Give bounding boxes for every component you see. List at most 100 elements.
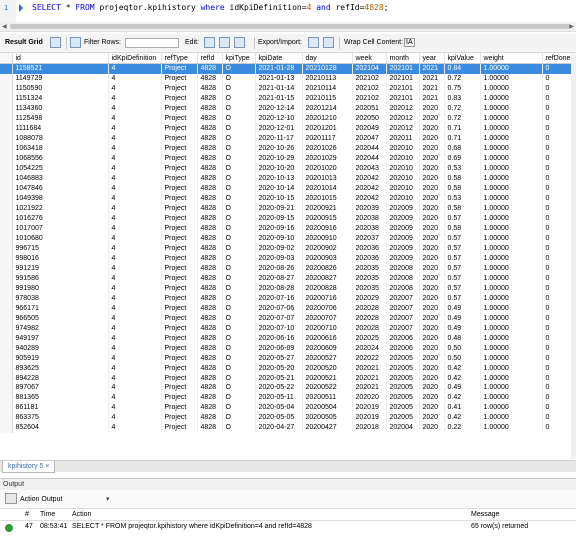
- table-cell[interactable]: O: [222, 243, 256, 254]
- table-cell[interactable]: 2020: [419, 373, 445, 383]
- table-cell[interactable]: 202037: [352, 233, 387, 244]
- table-cell[interactable]: 4828: [197, 213, 223, 224]
- table-cell[interactable]: 20210128: [302, 63, 353, 74]
- table-row[interactable]: 894228 4 Project 4828 O 2020-05-21 20200521 202…: [0, 373, 576, 383]
- output-row[interactable]: 47 08:53:41 SELECT * FROM projeqtor.kpih…: [0, 521, 576, 533]
- table-cell[interactable]: 1063418: [12, 143, 109, 154]
- table-cell[interactable]: 202019: [352, 402, 387, 413]
- table-cell[interactable]: 4: [108, 83, 162, 94]
- table-row[interactable]: 1158521 4 Project 4828 O 2021-01-28 20210128 20…: [0, 63, 576, 74]
- table-cell[interactable]: 4: [108, 73, 162, 84]
- table-cell[interactable]: 4828: [197, 383, 223, 393]
- table-cell[interactable]: 20200826: [302, 263, 353, 274]
- table-cell[interactable]: 4828: [197, 273, 223, 284]
- row-selector[interactable]: [0, 93, 13, 104]
- table-row[interactable]: 991586 4 Project 4828 O 2020-08-27 20200827 202…: [0, 273, 576, 284]
- table-cell[interactable]: Project: [161, 333, 198, 344]
- table-cell[interactable]: 4828: [197, 63, 223, 74]
- table-cell[interactable]: 4828: [197, 353, 223, 364]
- table-cell[interactable]: 861181: [12, 402, 109, 413]
- table-cell[interactable]: 0.72: [444, 103, 481, 114]
- table-cell[interactable]: 1.00000: [480, 113, 543, 124]
- table-cell[interactable]: 2020-09-15: [255, 213, 303, 224]
- table-cell[interactable]: 202042: [352, 183, 387, 194]
- row-selector[interactable]: [0, 353, 13, 364]
- table-cell[interactable]: O: [222, 223, 256, 234]
- table-cell[interactable]: 202043: [352, 163, 387, 174]
- table-cell[interactable]: 2021-01-13: [255, 73, 303, 84]
- table-cell[interactable]: 20200903: [302, 253, 353, 264]
- column-header[interactable]: idKpiDefinition: [108, 53, 162, 64]
- table-cell[interactable]: 1.00000: [480, 73, 543, 84]
- table-cell[interactable]: 894228: [12, 373, 109, 383]
- table-cell[interactable]: 20200521: [302, 373, 353, 383]
- table-cell[interactable]: 202021: [352, 383, 387, 393]
- table-cell[interactable]: 20200827: [302, 273, 353, 284]
- table-row[interactable]: 1016276 4 Project 4828 O 2020-09-15 20200915 20…: [0, 213, 576, 224]
- table-cell[interactable]: 0.68: [444, 143, 481, 154]
- table-cell[interactable]: 202007: [386, 293, 420, 304]
- table-cell[interactable]: O: [222, 133, 256, 144]
- table-cell[interactable]: 4: [108, 373, 162, 383]
- table-cell[interactable]: 1.00000: [480, 353, 543, 364]
- table-cell[interactable]: 20200527: [302, 353, 353, 364]
- table-cell[interactable]: 1049398: [12, 193, 109, 204]
- table-cell[interactable]: O: [222, 113, 256, 124]
- table-cell[interactable]: O: [222, 412, 256, 423]
- table-cell[interactable]: 893625: [12, 363, 109, 374]
- filter-rows-input[interactable]: [125, 38, 179, 48]
- row-selector[interactable]: [0, 223, 13, 234]
- table-cell[interactable]: 202005: [386, 402, 420, 413]
- column-header[interactable]: day: [302, 53, 353, 64]
- table-cell[interactable]: 2020-06-09: [255, 343, 303, 354]
- row-selector[interactable]: [0, 392, 13, 403]
- filter-icon[interactable]: [70, 37, 81, 48]
- table-cell[interactable]: 20200427: [302, 422, 353, 433]
- table-cell[interactable]: O: [222, 173, 256, 184]
- table-cell[interactable]: 202006: [386, 333, 420, 344]
- editor-horizontal-scrollbar[interactable]: ◀ ▶: [0, 22, 576, 32]
- table-cell[interactable]: 1.00000: [480, 163, 543, 174]
- table-cell[interactable]: 2020: [419, 412, 445, 423]
- table-cell[interactable]: 20200511: [302, 392, 353, 403]
- row-selector[interactable]: [0, 123, 13, 134]
- row-selector[interactable]: [0, 213, 13, 224]
- table-cell[interactable]: 4: [108, 263, 162, 274]
- table-cell[interactable]: 2020-05-05: [255, 412, 303, 423]
- table-cell[interactable]: 202035: [352, 273, 387, 284]
- table-cell[interactable]: 1.00000: [480, 123, 543, 134]
- table-row[interactable]: 863375 4 Project 4828 O 2020-05-05 20200505 202…: [0, 412, 576, 423]
- table-cell[interactable]: Project: [161, 183, 198, 194]
- table-cell[interactable]: 1047846: [12, 183, 109, 194]
- table-cell[interactable]: Project: [161, 273, 198, 284]
- table-cell[interactable]: 20210115: [302, 93, 353, 104]
- table-cell[interactable]: Project: [161, 392, 198, 403]
- table-cell[interactable]: 2020-08-28: [255, 283, 303, 294]
- table-cell[interactable]: 905919: [12, 353, 109, 364]
- table-cell[interactable]: 202049: [352, 123, 387, 134]
- table-cell[interactable]: 2021: [419, 83, 445, 94]
- table-cell[interactable]: 202005: [386, 392, 420, 403]
- table-cell[interactable]: 1046883: [12, 173, 109, 184]
- row-selector[interactable]: [0, 412, 13, 423]
- close-tab-icon[interactable]: ×: [45, 463, 49, 470]
- table-cell[interactable]: Project: [161, 143, 198, 154]
- table-cell[interactable]: Project: [161, 343, 198, 354]
- table-cell[interactable]: 202018: [352, 422, 387, 433]
- table-cell[interactable]: 202035: [352, 283, 387, 294]
- table-cell[interactable]: Project: [161, 63, 198, 74]
- table-cell[interactable]: 202028: [352, 303, 387, 314]
- table-cell[interactable]: 202020: [352, 392, 387, 403]
- table-cell[interactable]: 4: [108, 392, 162, 403]
- table-cell[interactable]: 0.58: [444, 173, 481, 184]
- table-cell[interactable]: 1.00000: [480, 283, 543, 294]
- table-cell[interactable]: 20200902: [302, 243, 353, 254]
- table-cell[interactable]: 2020: [419, 243, 445, 254]
- table-row[interactable]: 996715 4 Project 4828 O 2020-09-02 20200902 202…: [0, 243, 576, 254]
- table-row[interactable]: 1134360 4 Project 4828 O 2020-12-14 20201214 20…: [0, 103, 576, 114]
- column-header[interactable]: year: [419, 53, 445, 64]
- table-cell[interactable]: Project: [161, 293, 198, 304]
- row-selector[interactable]: [0, 303, 13, 314]
- table-cell[interactable]: 4: [108, 133, 162, 144]
- table-cell[interactable]: 1088078: [12, 133, 109, 144]
